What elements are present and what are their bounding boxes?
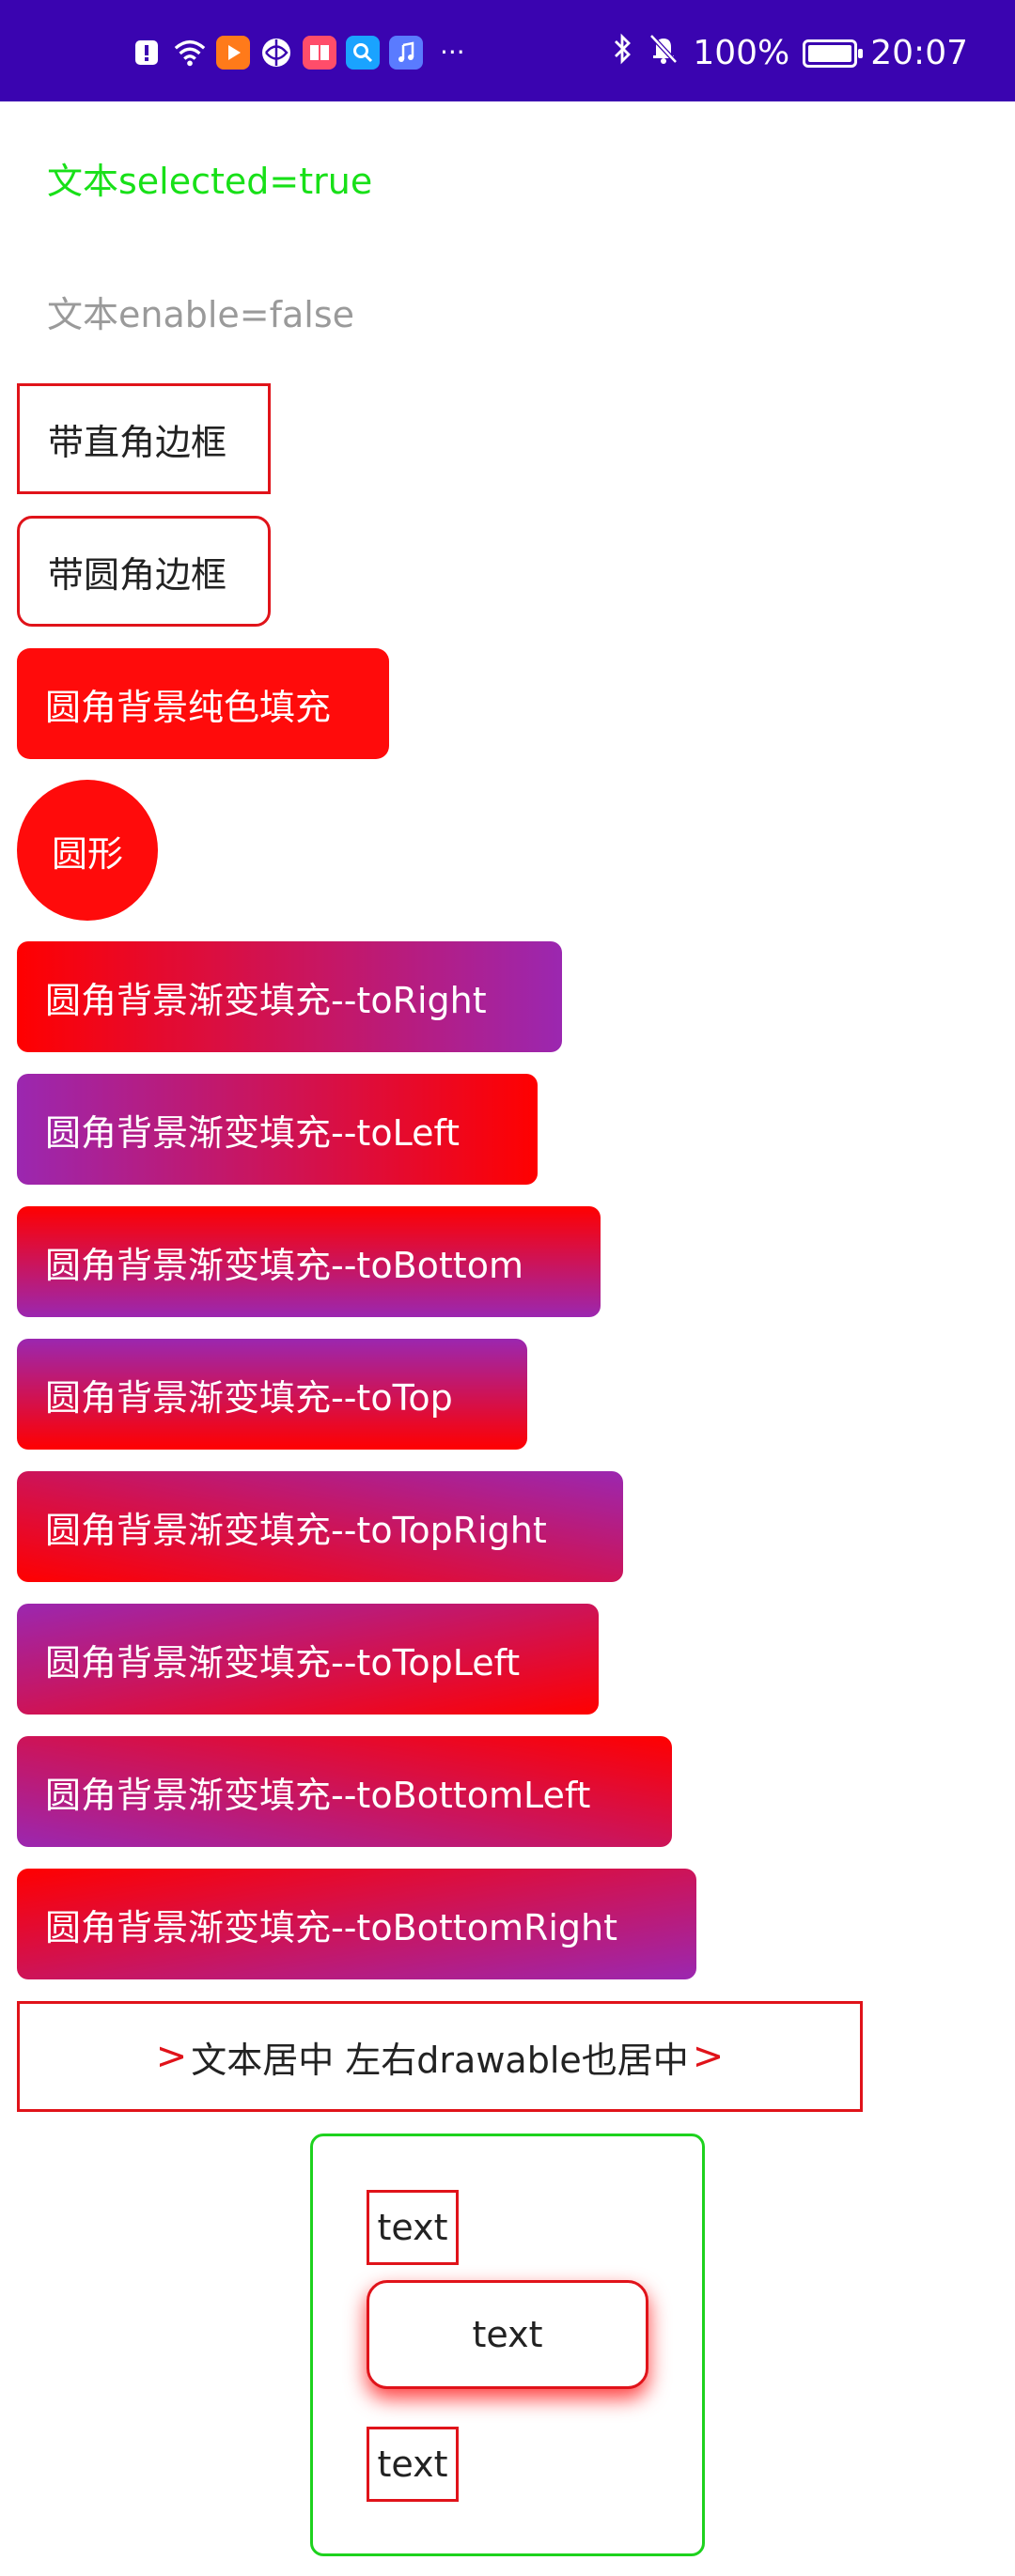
shadow-text-button[interactable]: text <box>367 2280 648 2389</box>
small-text-box-top[interactable]: text <box>367 2190 459 2265</box>
status-bar: ··· 100% 20:07 <box>0 0 1015 101</box>
small-text-box-bottom[interactable]: text <box>367 2427 459 2502</box>
overflow-indicator: ··· <box>440 37 465 68</box>
system-indicators: 100% 20:07 <box>612 32 968 74</box>
gradient-to-bottom-box[interactable]: 圆角背景渐变填充--toBottom <box>17 1206 601 1317</box>
music-app-icon <box>389 36 423 70</box>
bluetooth-icon <box>612 32 634 74</box>
rect-border-box[interactable]: 带直角边框 <box>17 383 271 494</box>
search-app-icon <box>346 36 380 70</box>
battery-icon <box>803 39 864 68</box>
gradient-to-right-box[interactable]: 圆角背景渐变填充--toRight <box>17 941 562 1052</box>
circle-box[interactable]: 圆形 <box>17 780 158 921</box>
gradient-to-top-left-box[interactable]: 圆角背景渐变填充--toTopLeft <box>17 1604 599 1715</box>
gradient-to-top-box[interactable]: 圆角背景渐变填充--toTop <box>17 1339 527 1450</box>
gradient-to-bottom-right-box[interactable]: 圆角背景渐变填充--toBottomRight <box>17 1869 696 1979</box>
solid-fill-box[interactable]: 圆角背景纯色填充 <box>17 648 389 759</box>
video-app-icon <box>216 36 250 70</box>
browser-icon <box>259 36 293 70</box>
reader-icon <box>303 36 336 70</box>
mute-bell-icon <box>648 32 679 74</box>
wifi-icon <box>173 36 207 70</box>
chevron-right-icon: > <box>155 2035 188 2078</box>
centered-label: 文本居中 左右drawable也居中 <box>191 2039 689 2081</box>
chevron-right-icon: > <box>692 2035 725 2078</box>
disabled-text: 文本enable=false <box>47 294 355 335</box>
round-border-box[interactable]: 带圆角边框 <box>17 516 271 627</box>
clock: 20:07 <box>870 34 968 72</box>
gradient-to-left-box[interactable]: 圆角背景渐变填充--toLeft <box>17 1074 538 1185</box>
alert-icon <box>130 36 164 70</box>
gradient-to-top-right-box[interactable]: 圆角背景渐变填充--toTopRight <box>17 1471 623 1582</box>
notification-icons: ··· <box>130 36 465 70</box>
battery-percent: 100% <box>693 34 790 72</box>
gradient-to-bottom-left-box[interactable]: 圆角背景渐变填充--toBottomLeft <box>17 1736 672 1847</box>
centered-drawable-box[interactable]: > 文本居中 左右drawable也居中 > <box>17 2001 863 2112</box>
selected-text[interactable]: 文本selected=true <box>47 152 372 204</box>
